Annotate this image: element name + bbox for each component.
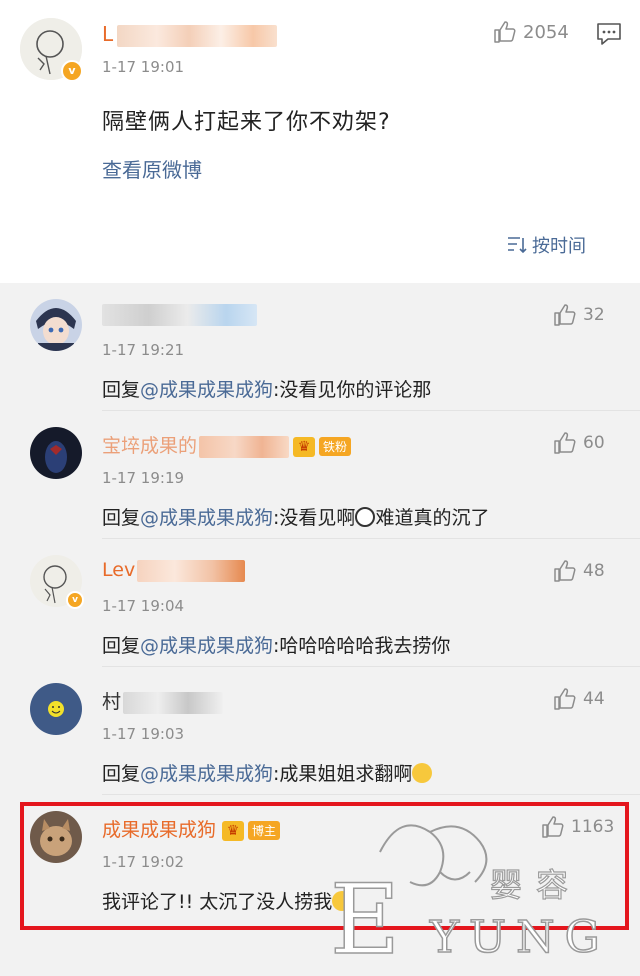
reply-like-count: 32 [583,305,605,325]
reply-like-button[interactable]: 32 [553,303,605,327]
reply-author-name[interactable]: 宝埣成果的 ♛ 铁粉 [102,431,352,458]
main-post-card: v L 1-17 19:01 2054 隔壁俩人打起来了你不劝架? 查看原微博 … [0,0,640,283]
reply-item[interactable]: 村 1-17 19:03 44 回复@成果成果成狗:成果姐姐求翻啊 [0,667,640,795]
highlight-box [20,802,629,930]
reply-author-name[interactable] [102,303,257,326]
thumbs-up-icon [554,304,576,326]
verified-badge-icon: v [66,591,84,609]
view-original-link[interactable]: 查看原微博 [102,154,202,183]
comment-icon[interactable] [596,22,622,50]
reply-avatar[interactable] [30,427,82,479]
reply-avatar[interactable] [30,683,82,735]
crying-emoji-icon [412,763,433,783]
like-count: 2054 [523,21,569,43]
reply-time: 1-17 19:19 [102,469,185,487]
author-name[interactable]: L [102,22,278,47]
panda-emoji-icon [355,507,376,527]
reply-text: 回复@成果成果成狗:没看见啊 难道真的沉了 [102,507,490,529]
post-time: 1-17 19:01 [102,58,185,76]
reply-time: 1-17 19:04 [102,597,185,615]
sort-by-time-button[interactable]: 按时间 [506,232,586,258]
like-button[interactable]: 2054 [493,20,569,44]
reply-text: 回复@成果成果成狗:哈哈哈哈哈我去捞你 [102,635,451,657]
reply-author-name[interactable]: Lev [102,559,246,582]
reply-item[interactable]: 1-17 19:21 32 回复@成果成果成狗:没看见你的评论那 [0,283,640,411]
reply-like-count: 60 [583,433,605,453]
reply-text: 回复@成果成果成狗:成果姐姐求翻啊 [102,759,433,786]
reply-like-count: 44 [583,689,605,709]
reply-like-button[interactable]: 44 [553,687,605,711]
blurred-name [117,24,278,47]
thumbs-up-icon [554,432,576,454]
reply-time: 1-17 19:21 [102,341,185,359]
mention-link[interactable]: @成果成果成狗 [140,635,273,657]
reply-avatar[interactable] [30,299,82,351]
reply-time: 1-17 19:03 [102,725,185,743]
sort-icon [508,237,527,254]
verified-badge-icon: v [61,60,83,82]
mention-link[interactable]: @成果成果成狗 [140,379,273,401]
reply-item[interactable]: v Lev 1-17 19:04 48 回复@成果成果成狗:哈哈哈哈哈我去捞你 [0,539,640,667]
crown-icon: ♛ [293,436,316,457]
mention-link[interactable]: @成果成果成狗 [140,507,273,529]
reply-like-count: 48 [583,561,605,581]
mention-link[interactable]: @成果成果成狗 [140,763,273,785]
reply-like-button[interactable]: 48 [553,559,605,583]
fan-badge: 铁粉 [319,437,352,456]
reply-item[interactable]: 宝埣成果的 ♛ 铁粉 1-17 19:19 60 回复@成果成果成狗:没看见啊 难道真… [0,411,640,539]
reply-text: 回复@成果成果成狗:没看见你的评论那 [102,379,432,401]
thumbs-up-icon [494,21,516,43]
reply-like-button[interactable]: 60 [553,431,605,455]
thumbs-up-icon [554,688,576,710]
thumbs-up-icon [554,560,576,582]
post-text: 隔壁俩人打起来了你不劝架? [102,110,391,135]
reply-author-name[interactable]: 村 [102,687,224,714]
